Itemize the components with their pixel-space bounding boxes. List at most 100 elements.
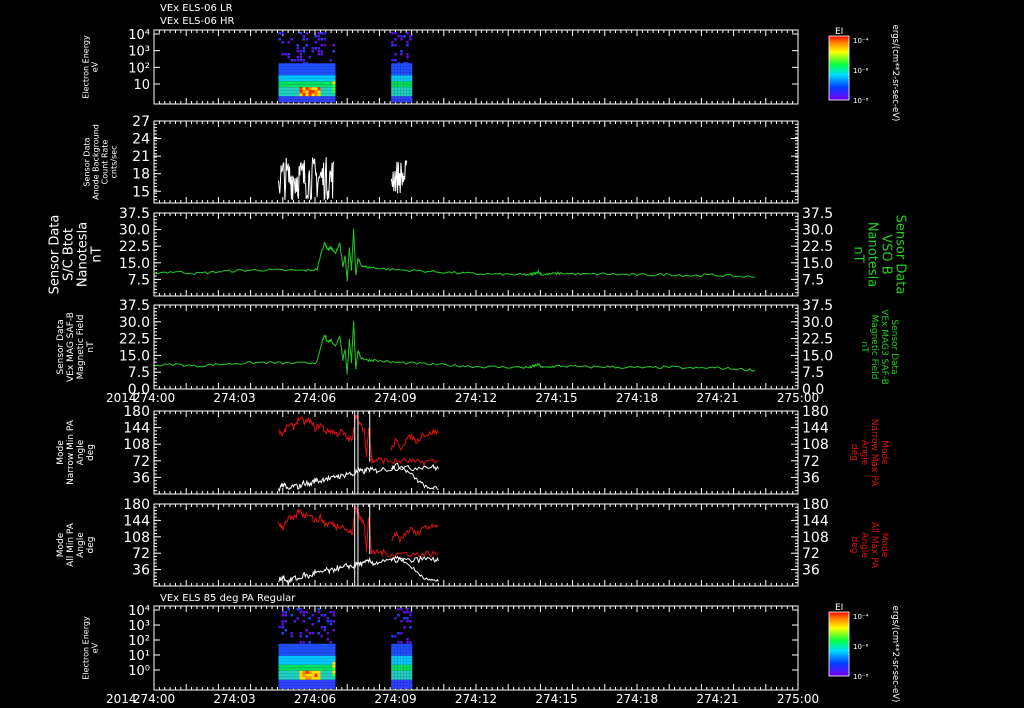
spectrogram-pixel [290,614,294,617]
sensor-ytick-label: 27 [132,114,150,130]
spectrogram-pixel [326,96,330,100]
spectrogram-pixel [293,646,297,650]
spectrogram-pixel [326,658,330,662]
spectrogram-pixel [332,629,336,632]
spectrogram-pixel [296,646,300,650]
header-title-2: VEx ELS-06 HR [160,16,235,27]
spectrogram-pixel [326,643,330,647]
spectrogram-pixel [305,611,309,614]
spectrogram-pixel [287,658,291,662]
spectrogram-pixel [391,69,395,73]
spectrogram-pixel [311,84,315,88]
spectrogram-pixel [406,53,409,56]
spectrogram-pixel [293,664,297,668]
spectrogram-pixel [391,664,395,668]
spectrogram-pixel [403,66,407,70]
btot-ylabel-right-line: nT [850,246,865,262]
spectrogram-pixel [281,643,285,647]
spectrogram-pixel [314,661,318,665]
pa-narrow-ylabel: Mode Narrow Min PA Angle deg [56,419,96,485]
spectrogram-pixel [317,685,321,689]
spectrogram-pixel [308,75,312,79]
spectrogram-pixel [314,96,318,100]
spectrogram-pixel [293,72,297,76]
spectrogram-pixel [320,614,324,617]
spectrogram-pixel [311,93,315,97]
pa-all-ylabel-line: Angle [76,532,86,558]
spectrogram-lr-ytick-label: 10 [133,78,150,93]
spectrogram-pixel [314,47,318,50]
spectrogram-pixel [326,617,330,620]
pa-narrow-ylabel-right-line: Mode [879,440,889,465]
spectrogram-pixel [409,626,412,629]
spectrogram-pixel [320,667,324,671]
spectrogram-pixel [409,655,413,659]
spectrogram-pa85-ytick-label: 10² [128,634,150,649]
spectrogram-pixel [290,69,294,73]
btot-ylabel-right-line: VSO B [878,234,893,274]
spectrogram-pixel [287,685,291,689]
spectrogram-pixel [397,670,401,674]
spectrogram-pixel [308,81,312,85]
spectrogram-pixel [293,679,297,683]
spectrogram-pixel [308,617,312,620]
spectrogram-lr-frame [153,29,799,105]
spectrogram-pixel [400,655,404,659]
sensor-ylabel-line: Count Rate [100,140,109,185]
spectrogram-pixel [281,655,285,659]
spectrogram-pixel [323,44,327,47]
spectrogram-pixel [397,658,401,662]
spectrogram-pixel [305,679,309,683]
spectrogram-pixel [299,75,303,79]
spectrogram-pixel [394,617,397,620]
spectrogram-lr-colorbar-tick: 10⁻⁸ [853,97,869,105]
spectrogram-pixel [311,50,315,53]
spectrogram-pixel [281,93,285,97]
spectrogram-pixel [409,75,413,79]
spectrogram-pixel [278,685,282,689]
spectrogram-pixel [323,664,327,668]
pa-all-ylabel-right-line: deg [849,537,859,554]
spectrogram-pixel [394,661,398,665]
spectrogram-pixel [278,670,282,674]
spectrogram-pixel [284,611,288,614]
spectrogram-pixel [287,649,291,653]
spectrogram-pa85-pixels [278,608,413,689]
spectrogram-pixel [287,87,291,91]
spectrogram-pixel [293,81,297,85]
spectrogram-pixel [293,78,297,82]
spectrogram-pixel [326,652,330,656]
spectrogram-pixel [332,670,336,674]
spectrogram-pixel [397,69,401,73]
spectrogram-pixel [287,646,291,650]
spectrogram-pixel [409,81,413,85]
spectrogram-pixel [317,667,321,671]
spectrogram-pixel [278,649,282,653]
pa-narrow-ylabel-line: Mode [56,440,66,465]
spectrogram-pixel [406,56,409,59]
spectrogram-pa85-ylabel-line: eV [90,642,99,653]
spectrogram-pixel [287,53,291,56]
spectrogram-pixel [317,655,321,659]
spectrogram-pixel [308,679,312,683]
time-axis-tick-label: 275:00 [777,391,819,405]
spectrogram-pixel [326,655,330,659]
spectrogram-pixel [290,75,294,79]
spectrogram-pixel [320,66,324,70]
spectrogram-pixel [403,35,406,38]
spectrogram-pixel [293,99,297,103]
spectrogram-pixel [284,652,288,656]
spectrogram-pixel [320,658,324,662]
spectrogram-pixel [400,69,404,73]
spectrogram-pixel [397,655,401,659]
spectrogram-pixel [397,614,400,617]
spectrogram-pixel [296,84,300,88]
spectrogram-pixel [326,679,330,683]
spectrogram-pixel [394,72,398,76]
bmag-ylabel-right-line: Magnetic Field [869,315,879,380]
spectrogram-pixel [314,41,318,44]
spectrogram-pixel [397,35,400,38]
pa-narrow-ytick-label-right: 36 [802,470,820,486]
spectrogram-pixel [305,32,309,35]
spectrogram-pixel [293,620,297,623]
